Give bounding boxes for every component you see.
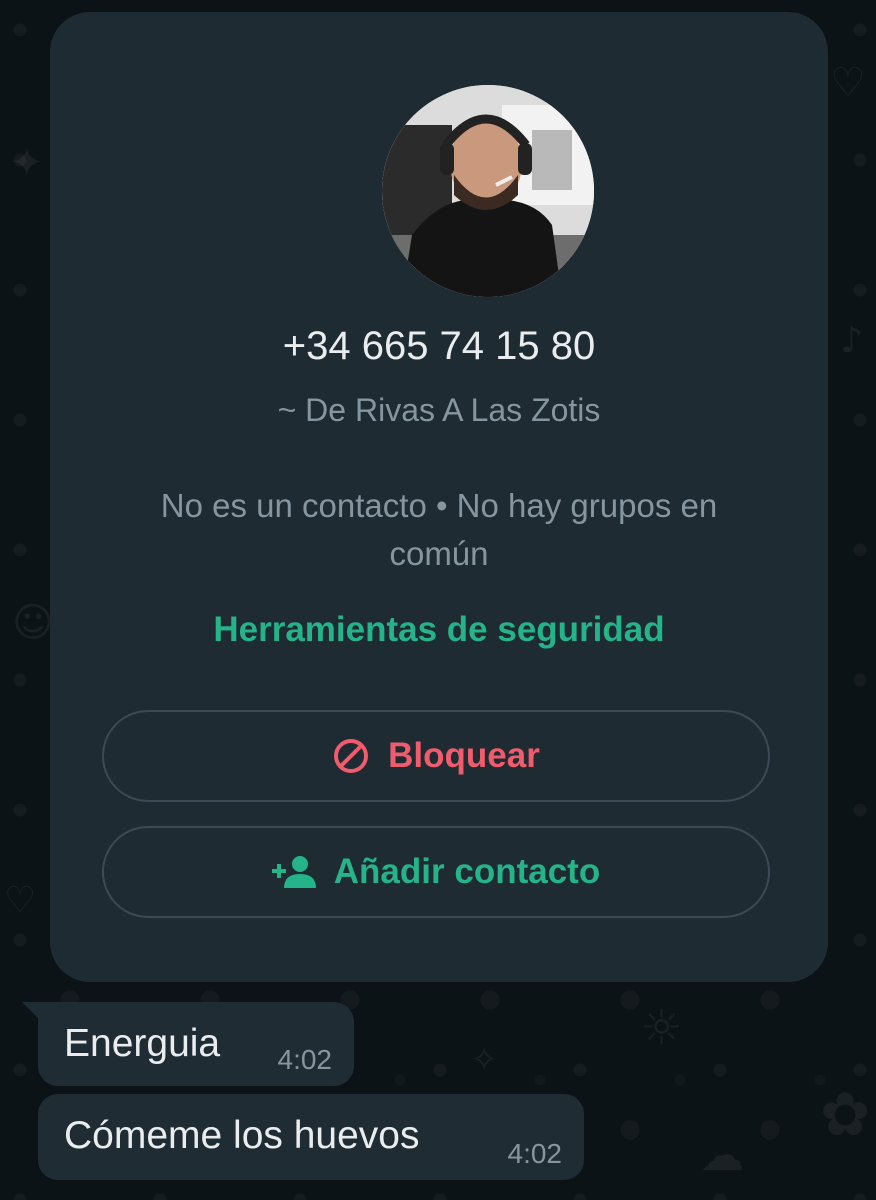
message-text: Energuia	[64, 1022, 221, 1065]
message-time: 4:02	[277, 1044, 333, 1075]
incoming-message[interactable]: Cómeme los huevos 4:02	[38, 1094, 584, 1180]
push-name: ~ De Rivas A Las Zotis	[277, 392, 601, 428]
block-icon	[334, 739, 369, 773]
security-tools-link[interactable]: Herramientas de seguridad	[50, 610, 828, 650]
person-add-icon	[271, 856, 316, 888]
message-time: 4:02	[507, 1138, 563, 1169]
incoming-message[interactable]: Energuia 4:02	[38, 1002, 354, 1086]
phone-number: +34 665 74 15 80	[282, 324, 596, 368]
doodle-cloud-icon: ☁	[700, 1130, 744, 1181]
add-contact-button-label: Añadir contacto	[333, 852, 601, 891]
doodle-music-icon: ♪	[840, 320, 863, 361]
contact-info-card: +34 665 74 15 80 ~ De Rivas A Las Zotis …	[50, 12, 828, 982]
doodle-smile-icon: ☺	[12, 600, 54, 646]
block-button[interactable]: Bloquear	[102, 710, 770, 802]
contact-status-text: No es un contacto • No hay grupos en com…	[160, 487, 718, 572]
block-button-label: Bloquear	[388, 736, 540, 775]
doodle-sun-icon: ☼	[640, 1000, 684, 1056]
doodle-heart-icon: ♡	[830, 60, 866, 106]
doodle-star-icon: ✦	[10, 140, 44, 186]
doodle-star-icon: ✧	[470, 1040, 499, 1080]
add-contact-button[interactable]: Añadir contacto	[102, 826, 770, 918]
avatar[interactable]	[382, 85, 594, 297]
doodle-flower-icon: ✿	[820, 1080, 871, 1150]
doodle-heart-icon: ♡	[4, 880, 37, 921]
message-text: Cómeme los huevos	[64, 1114, 420, 1157]
avatar-photo	[382, 85, 594, 297]
